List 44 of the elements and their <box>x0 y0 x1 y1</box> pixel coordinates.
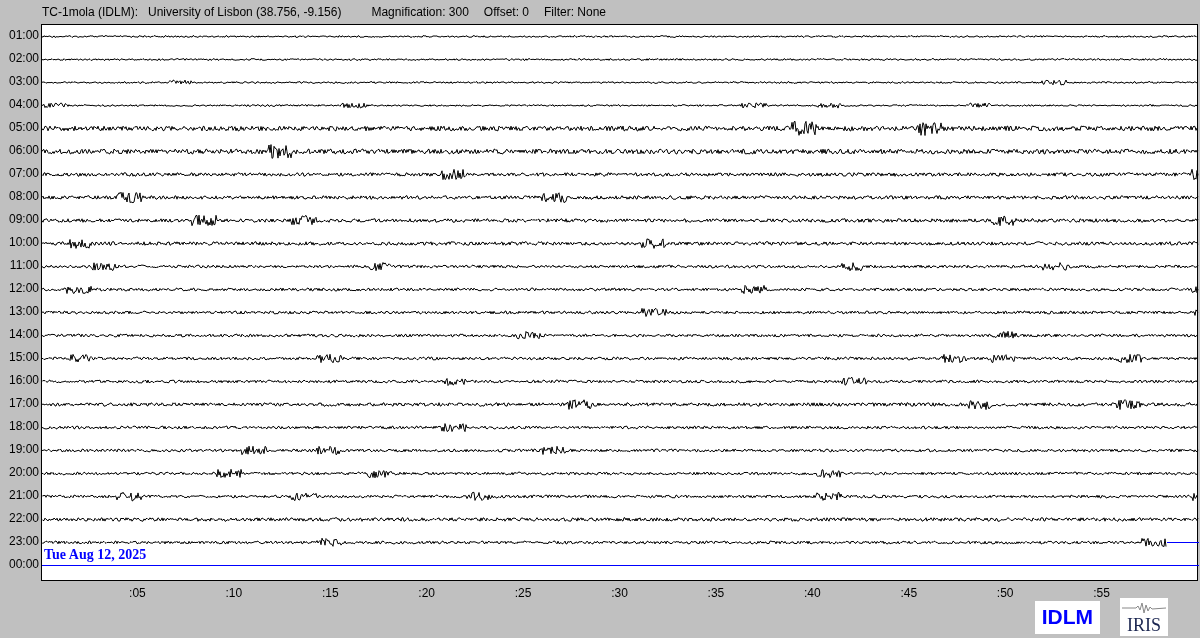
time-tick-label: :40 <box>804 585 821 602</box>
time-tick-label: :10 <box>225 585 243 602</box>
hour-label: 23:00 <box>8 533 39 550</box>
time-tick-label: :45 <box>900 585 918 602</box>
magnification-label: Magnification: 300 <box>371 4 469 21</box>
network-logo: IRIS <box>1120 598 1168 636</box>
time-tick-label: :50 <box>996 585 1014 602</box>
time-tick-label: :15 <box>321 585 339 602</box>
hour-label: 18:00 <box>8 418 39 435</box>
hour-label: 05:00 <box>8 119 39 136</box>
hour-label: 07:00 <box>8 165 39 182</box>
hour-label: 12:00 <box>8 280 39 297</box>
hour-label: 22:00 <box>8 510 39 527</box>
hour-label: 13:00 <box>8 303 39 320</box>
station-location: University of Lisbon (38.756, -9.156) <box>148 4 342 21</box>
filter-label: Filter: None <box>544 4 607 21</box>
hour-label: 21:00 <box>8 487 39 504</box>
hour-label: 01:00 <box>8 27 39 44</box>
station-logo: IDLM <box>1034 600 1100 634</box>
time-tick-label: :05 <box>129 585 146 602</box>
station-name: TC-1mola (IDLM): <box>42 4 138 21</box>
hour-label: 20:00 <box>8 464 39 481</box>
time-tick-label: :20 <box>418 585 435 602</box>
time-tick-label: :25 <box>514 585 532 602</box>
hour-label: 03:00 <box>8 73 39 90</box>
hour-label: 17:00 <box>8 395 39 412</box>
hour-label: 16:00 <box>8 372 39 389</box>
time-tick-label: :30 <box>611 585 628 602</box>
date-label: Tue Aug 12, 2025 <box>44 547 147 563</box>
hour-label: 15:00 <box>8 349 39 366</box>
hour-label: 14:00 <box>8 326 39 343</box>
hour-label: 08:00 <box>8 188 39 205</box>
time-tick-label: :35 <box>707 585 725 602</box>
hour-label: 19:00 <box>8 441 39 458</box>
hour-label: 11:00 <box>9 257 39 274</box>
offset-label: Offset: 0 <box>483 4 529 21</box>
hour-label: 06:00 <box>8 142 39 159</box>
hour-label: 00:00 <box>8 556 39 573</box>
hour-label: 09:00 <box>8 211 39 228</box>
seismic-wave-icon <box>1122 602 1166 614</box>
time-tick-label: :55 <box>1093 585 1110 602</box>
hour-label: 10:00 <box>8 234 39 251</box>
hour-label: 04:00 <box>8 96 39 113</box>
hour-label: 02:00 <box>8 50 39 67</box>
